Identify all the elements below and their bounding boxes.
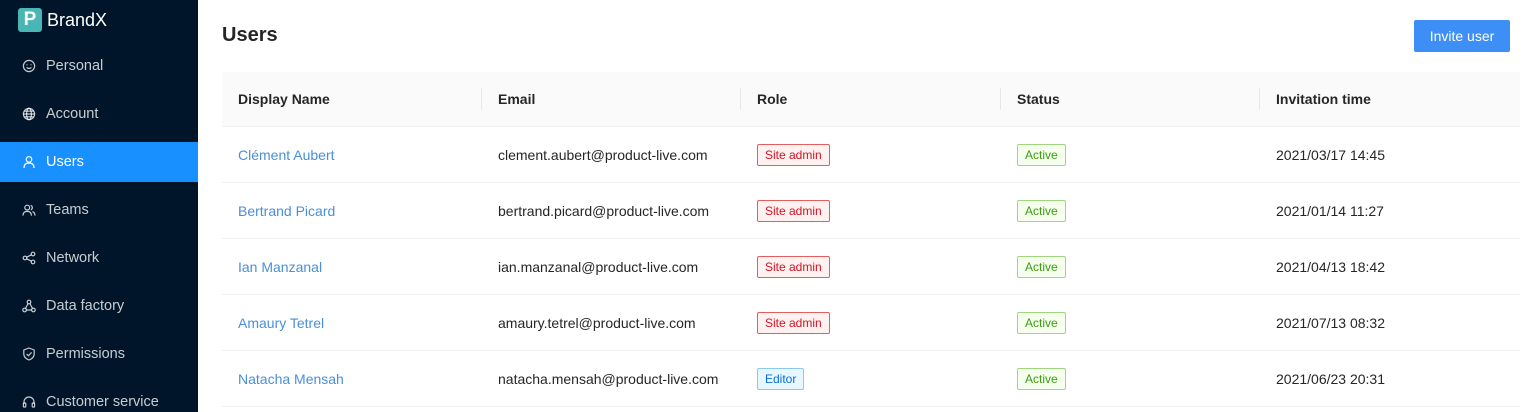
sidebar-item-customer-service[interactable]: Customer service <box>0 382 198 412</box>
table-row[interactable]: Clément Aubert clement.aubert@product-li… <box>222 127 1520 183</box>
column-divider <box>1000 88 1001 110</box>
table-row[interactable]: Natacha Mensah natacha.mensah@product-li… <box>222 351 1520 407</box>
share-icon <box>22 251 36 265</box>
column-header-email[interactable]: Email <box>498 72 535 126</box>
column-divider <box>481 88 482 110</box>
sidebar-item-label: Network <box>46 250 100 266</box>
role-badge: Site admin <box>757 311 830 334</box>
status-badge: Active <box>1017 367 1066 390</box>
brand[interactable]: P BrandX <box>18 8 107 32</box>
sidebar-item-teams[interactable]: Teams <box>0 190 198 230</box>
sidebar-item-account[interactable]: Account <box>0 94 198 134</box>
shield-icon <box>22 347 36 361</box>
team-icon <box>22 203 36 217</box>
status-badge: Active <box>1017 143 1066 166</box>
user-email: natacha.mensah@product-live.com <box>498 370 719 387</box>
sidebar-item-label: Users <box>46 154 84 170</box>
user-name-link[interactable]: Amaury Tetrel <box>238 315 324 331</box>
user-icon <box>22 155 36 169</box>
user-name-link[interactable]: Ian Manzanal <box>238 259 322 275</box>
main-content: Users Invite user Display Name Email Rol… <box>198 0 1540 412</box>
table-row[interactable]: Ian Manzanal ian.manzanal@product-live.c… <box>222 239 1520 295</box>
invitation-time: 2021/04/13 18:42 <box>1276 258 1385 275</box>
role-badge: Editor <box>757 367 805 390</box>
sidebar-item-data-factory[interactable]: Data factory <box>0 286 198 326</box>
table-row[interactable]: Bertrand Picard bertrand.picard@product-… <box>222 183 1520 239</box>
sidebar-item-label: Permissions <box>46 346 125 362</box>
user-email: clement.aubert@product-live.com <box>498 146 708 163</box>
invitation-time: 2021/03/17 14:45 <box>1276 146 1385 163</box>
sidebar-item-personal[interactable]: Personal <box>0 46 198 86</box>
column-header-invitation-time[interactable]: Invitation time <box>1276 72 1371 126</box>
column-divider <box>1259 88 1260 110</box>
sidebar-item-permissions[interactable]: Permissions <box>0 334 198 374</box>
sidebar-item-label: Personal <box>46 58 104 74</box>
users-table: Display Name Email Role Status Invitatio… <box>222 72 1520 407</box>
column-divider <box>740 88 741 110</box>
brand-name: BrandX <box>47 9 108 30</box>
invitation-time: 2021/06/23 20:31 <box>1276 370 1385 387</box>
invitation-time: 2021/01/14 11:27 <box>1276 202 1384 219</box>
user-email: ian.manzanal@product-live.com <box>498 258 699 275</box>
sidebar-item-network[interactable]: Network <box>0 238 198 278</box>
user-name-link[interactable]: Bertrand Picard <box>238 203 335 219</box>
role-badge: Site admin <box>757 199 830 222</box>
status-badge: Active <box>1017 311 1066 334</box>
status-badge: Active <box>1017 255 1066 278</box>
user-email: bertrand.picard@product-live.com <box>498 202 710 219</box>
column-header-display-name[interactable]: Display Name <box>238 72 330 126</box>
headset-icon <box>22 395 36 409</box>
user-name-link[interactable]: Natacha Mensah <box>238 371 344 387</box>
sidebar-item-users[interactable]: Users <box>0 142 198 182</box>
role-badge: Site admin <box>757 255 830 278</box>
page-title: Users <box>222 24 278 46</box>
smile-icon <box>22 59 36 73</box>
globe-icon <box>22 107 36 121</box>
column-header-status[interactable]: Status <box>1017 72 1060 126</box>
role-badge: Site admin <box>757 143 830 166</box>
user-name-link[interactable]: Clément Aubert <box>238 147 335 163</box>
table-row[interactable]: Amaury Tetrel amaury.tetrel@product-live… <box>222 295 1520 351</box>
brand-logo: P <box>18 8 42 32</box>
cluster-icon <box>22 299 36 313</box>
status-badge: Active <box>1017 199 1066 222</box>
table-header: Display Name Email Role Status Invitatio… <box>222 72 1520 127</box>
invite-user-button[interactable]: Invite user <box>1414 20 1510 52</box>
sidebar-item-label: Customer service <box>46 394 159 410</box>
sidebar: P BrandX Personal Account Users Teams Ne… <box>0 0 198 412</box>
column-header-role[interactable]: Role <box>757 72 787 126</box>
invitation-time: 2021/07/13 08:32 <box>1276 314 1385 331</box>
user-email: amaury.tetrel@product-live.com <box>498 314 696 331</box>
sidebar-item-label: Data factory <box>46 298 125 314</box>
sidebar-item-label: Teams <box>46 202 89 218</box>
sidebar-item-label: Account <box>46 106 99 122</box>
